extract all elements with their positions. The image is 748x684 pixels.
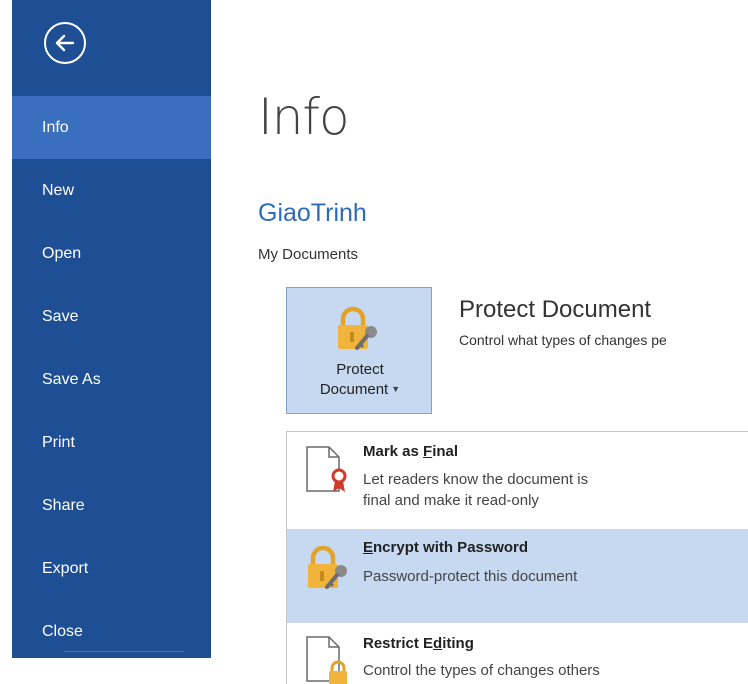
- menu-item-title: Restrict Editing: [363, 635, 474, 652]
- menu-item-mark-as-final[interactable]: Mark as Final Let readers know the docum…: [287, 432, 748, 528]
- nav-item-save[interactable]: Save: [12, 285, 211, 348]
- lock-key-icon: [308, 545, 347, 589]
- nav-item-open[interactable]: Open: [12, 222, 211, 285]
- dropdown-caret-icon: ▼: [391, 384, 401, 394]
- nav-item-save-as[interactable]: Save As: [12, 348, 211, 411]
- menu-item-description: Password-protect this document: [363, 568, 578, 585]
- nav-item-export[interactable]: Export: [12, 537, 211, 600]
- menu-item-description: Let readers know the document is final a…: [363, 471, 589, 509]
- document-location: My Documents: [258, 246, 359, 263]
- menu-item-description: Control the types of changes others: [363, 662, 600, 679]
- menu-item-encrypt-with-password[interactable]: Encrypt with Password Password-protect t…: [287, 529, 748, 623]
- protect-document-menu: Mark as Final Let readers know the docum…: [286, 431, 748, 684]
- protect-button-label-line1: Protect: [336, 361, 384, 378]
- back-button[interactable]: [44, 22, 86, 64]
- lock-key-icon: [338, 306, 377, 350]
- left-gutter: [0, 0, 12, 684]
- menu-item-title: Encrypt with Password: [363, 539, 529, 556]
- protect-button-label-text: Document: [319, 381, 389, 398]
- nav-item-close[interactable]: Close: [12, 600, 211, 663]
- menu-item-restrict-editing[interactable]: Restrict Editing Control the types of ch…: [287, 624, 748, 684]
- page-title: Info: [258, 88, 350, 146]
- document-name: GiaoTrinh: [258, 199, 367, 227]
- document-lock-icon: [306, 636, 347, 684]
- document-ribbon-icon: [306, 446, 347, 492]
- nav-item-share[interactable]: Share: [12, 474, 211, 537]
- backstage-nav: Info New Open Save Save As Print Share E…: [12, 96, 211, 663]
- back-arrow-icon: [55, 34, 75, 52]
- menu-item-title: Mark as Final: [363, 443, 459, 460]
- nav-item-info[interactable]: Info: [12, 96, 211, 159]
- protect-section-description: Control what types of changes pe: [459, 332, 667, 348]
- protect-button-label-line2: Document ▼: [287, 381, 433, 398]
- protect-section-title: Protect Document: [459, 296, 652, 323]
- nav-item-print[interactable]: Print: [12, 411, 211, 474]
- nav-item-new[interactable]: New: [12, 159, 211, 222]
- backstage-sidebar: Info New Open Save Save As Print Share E…: [12, 0, 211, 658]
- protect-document-button[interactable]: Protect Document ▼: [286, 287, 432, 414]
- sidebar-divider: [64, 651, 184, 652]
